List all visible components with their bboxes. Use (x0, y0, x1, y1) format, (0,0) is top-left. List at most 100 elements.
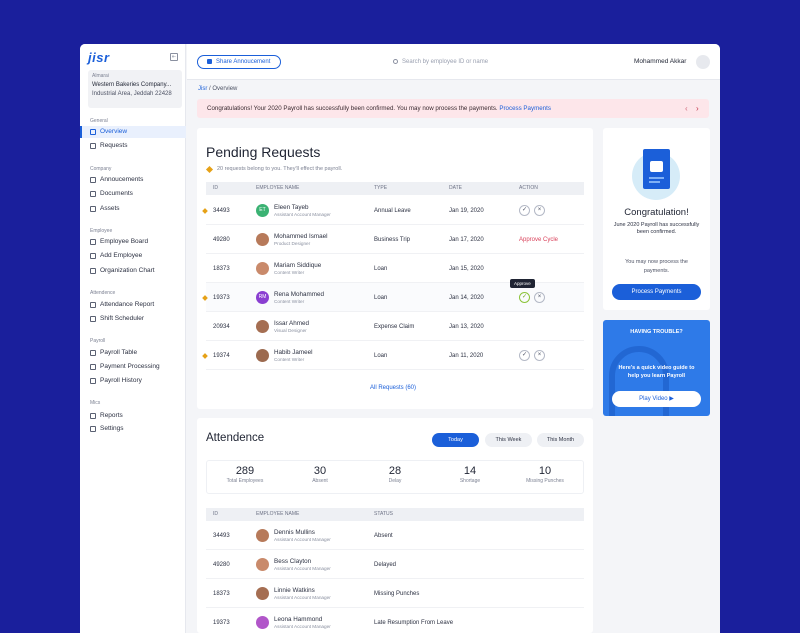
company-label: Almarai (92, 73, 109, 79)
avatar (256, 233, 269, 246)
col-employee-name: EMPLOYEE NAME (256, 185, 300, 191)
nav-section-misc: Mics (90, 400, 101, 406)
reject-icon[interactable]: × (534, 350, 545, 361)
topbar: Share Annoucement Search by employee ID … (187, 44, 720, 80)
pending-table-header: ID EMPLOYEE NAME TYPE DATE ACTION (206, 182, 584, 195)
company-name: Western Bakeries Company... (92, 82, 172, 88)
table-row[interactable]: 19373 Leona Hammond Assistant Account Ma… (206, 608, 584, 633)
avatar[interactable] (696, 55, 710, 69)
sidebar-item-payment-processing[interactable]: Payment Processing (80, 361, 186, 373)
sidebar: jisr ⇤ Almarai Western Bakeries Company.… (80, 44, 186, 633)
company-switcher[interactable]: Almarai Western Bakeries Company... Indu… (88, 70, 182, 108)
reject-icon[interactable]: × (534, 292, 545, 303)
company-address: Industrial Area, Jeddah 22428 (92, 91, 172, 97)
congratulation-text: June 2020 Payroll has successfully been … (613, 222, 700, 235)
approve-cycle-link[interactable]: Approve Cycle (519, 237, 558, 243)
chevron-left-icon[interactable]: ‹ (685, 99, 688, 118)
pending-requests-card: Pending Requests 20 requests belong to y… (197, 128, 593, 409)
stat-missing-punches[interactable]: 10 Missing Punches (507, 465, 583, 484)
collapse-sidebar-icon[interactable]: ⇤ (170, 53, 178, 61)
sidebar-item-org-chart[interactable]: Organization Chart (80, 265, 186, 277)
congratulation-title: Congratulation! (624, 207, 689, 218)
pending-dot-icon (202, 295, 208, 301)
breadcrumb-home[interactable]: Jisr (198, 86, 207, 92)
stat-total-employees[interactable]: 289 Total Employees (207, 465, 283, 484)
avatar (256, 349, 269, 362)
breadcrumb: Jisr / Overview (198, 86, 238, 92)
assets-icon (90, 206, 96, 212)
sidebar-item-employee-board[interactable]: Employee Board (80, 236, 186, 248)
stat-delay[interactable]: 28 Delay (357, 465, 433, 484)
tab-this-month[interactable]: This Month (537, 433, 584, 447)
tab-today[interactable]: Today (432, 433, 479, 447)
sidebar-item-overview[interactable]: Overview (80, 126, 186, 138)
nav-section-attendence: Attendence (90, 290, 116, 296)
approve-tooltip: Approve (510, 279, 535, 288)
avatar (256, 616, 269, 629)
sidebar-item-payroll-history[interactable]: Payroll History (80, 375, 186, 387)
search-icon (393, 59, 398, 64)
search-input[interactable]: Search by employee ID or name (383, 55, 513, 69)
table-row[interactable]: 49280 Bess Clayton Assistant Account Man… (206, 550, 584, 579)
avatar: ET (256, 204, 269, 217)
share-announcement-button[interactable]: Share Annoucement (197, 55, 281, 69)
col-id: ID (213, 511, 218, 517)
stat-shortage[interactable]: 14 Shortage (432, 465, 508, 484)
app-window: jisr ⇤ Almarai Western Bakeries Company.… (80, 44, 720, 633)
avatar (256, 587, 269, 600)
sidebar-item-shift-scheduler[interactable]: Shift Scheduler (80, 313, 186, 325)
chevron-right-icon[interactable]: › (696, 99, 699, 118)
help-video-card: HAVING TROUBLE? Here's a quick video gui… (603, 320, 710, 416)
sidebar-item-announcements[interactable]: Annoucements (80, 174, 186, 186)
history-icon (90, 378, 96, 384)
user-name[interactable]: Mohammed Akkar (634, 58, 686, 65)
attendance-title: Attendence (206, 432, 265, 444)
pending-requests-subtitle: 20 requests belong to you. They'll effec… (217, 166, 343, 172)
table-row[interactable]: 34493 Dennis Mullins Assistant Account M… (206, 521, 584, 550)
process-payments-link[interactable]: Process Payments (499, 105, 551, 112)
requests-icon (90, 143, 96, 149)
play-video-button[interactable]: Play Video ▶ (612, 391, 701, 407)
sidebar-item-settings[interactable]: Settings (80, 423, 186, 435)
all-requests-link[interactable]: All Requests (60) (370, 385, 416, 391)
gear-icon (90, 426, 96, 432)
approve-icon[interactable]: ✓ (519, 292, 530, 303)
sidebar-item-payroll-table[interactable]: Payroll Table (80, 347, 186, 359)
approve-icon[interactable]: ✓ (519, 205, 530, 216)
help-text: Here's a quick video guide to help you l… (618, 365, 695, 379)
table-row[interactable]: 49280 Mohammed Ismael Product Designer B… (206, 225, 584, 254)
alert-text: Congratulations! Your 2020 Payroll has s… (207, 105, 500, 112)
approve-icon[interactable]: ✓ (519, 350, 530, 361)
col-employee-name: EMPLOYEE NAME (256, 511, 300, 517)
sidebar-item-assets[interactable]: Assets (80, 203, 186, 215)
tab-this-week[interactable]: This Week (485, 433, 532, 447)
avatar (256, 529, 269, 542)
process-payments-button[interactable]: Process Payments (612, 284, 701, 300)
avatar: RM (256, 291, 269, 304)
sidebar-item-add-employee[interactable]: Add Employee (80, 250, 186, 262)
congratulation-card: Congratulation! June 2020 Payroll has su… (603, 128, 710, 310)
breadcrumb-current: Overview (212, 86, 238, 92)
sidebar-item-reports[interactable]: Reports (80, 410, 186, 422)
stat-absent[interactable]: 30 Absent (282, 465, 358, 484)
avatar (256, 558, 269, 571)
table-row[interactable]: 18373 Linnie Watkins Assistant Account M… (206, 579, 584, 608)
pending-indicator-icon (205, 165, 214, 174)
sidebar-item-documents[interactable]: Documents (80, 188, 186, 200)
table-row[interactable]: 34493 ET Eleen Tayeb Assistant Account M… (202, 196, 584, 225)
pending-requests-title: Pending Requests (206, 144, 321, 160)
reject-icon[interactable]: × (534, 205, 545, 216)
org-chart-icon (90, 268, 96, 274)
add-user-icon (90, 253, 96, 259)
table-row[interactable]: 20934 Issar Ahmed Visual Designer Expens… (206, 312, 584, 341)
col-status: STATUS (374, 511, 393, 517)
dashboard-icon (90, 129, 96, 135)
table-row[interactable]: 19374 Habib Jameel Content Writer Loan J… (202, 341, 584, 370)
nav-section-payroll: Payroll (90, 338, 106, 344)
sidebar-item-requests[interactable]: Requests (80, 140, 186, 152)
congratulation-subtext: You may now process the payments. (625, 259, 688, 274)
attendance-stats: 289 Total Employees 30 Absent 28 Delay 14 Sh… (206, 460, 584, 494)
jisr-logo[interactable]: jisr (88, 50, 110, 65)
sidebar-item-attendance-report[interactable]: Attendance Report (80, 299, 186, 311)
pending-dot-icon (202, 353, 208, 359)
